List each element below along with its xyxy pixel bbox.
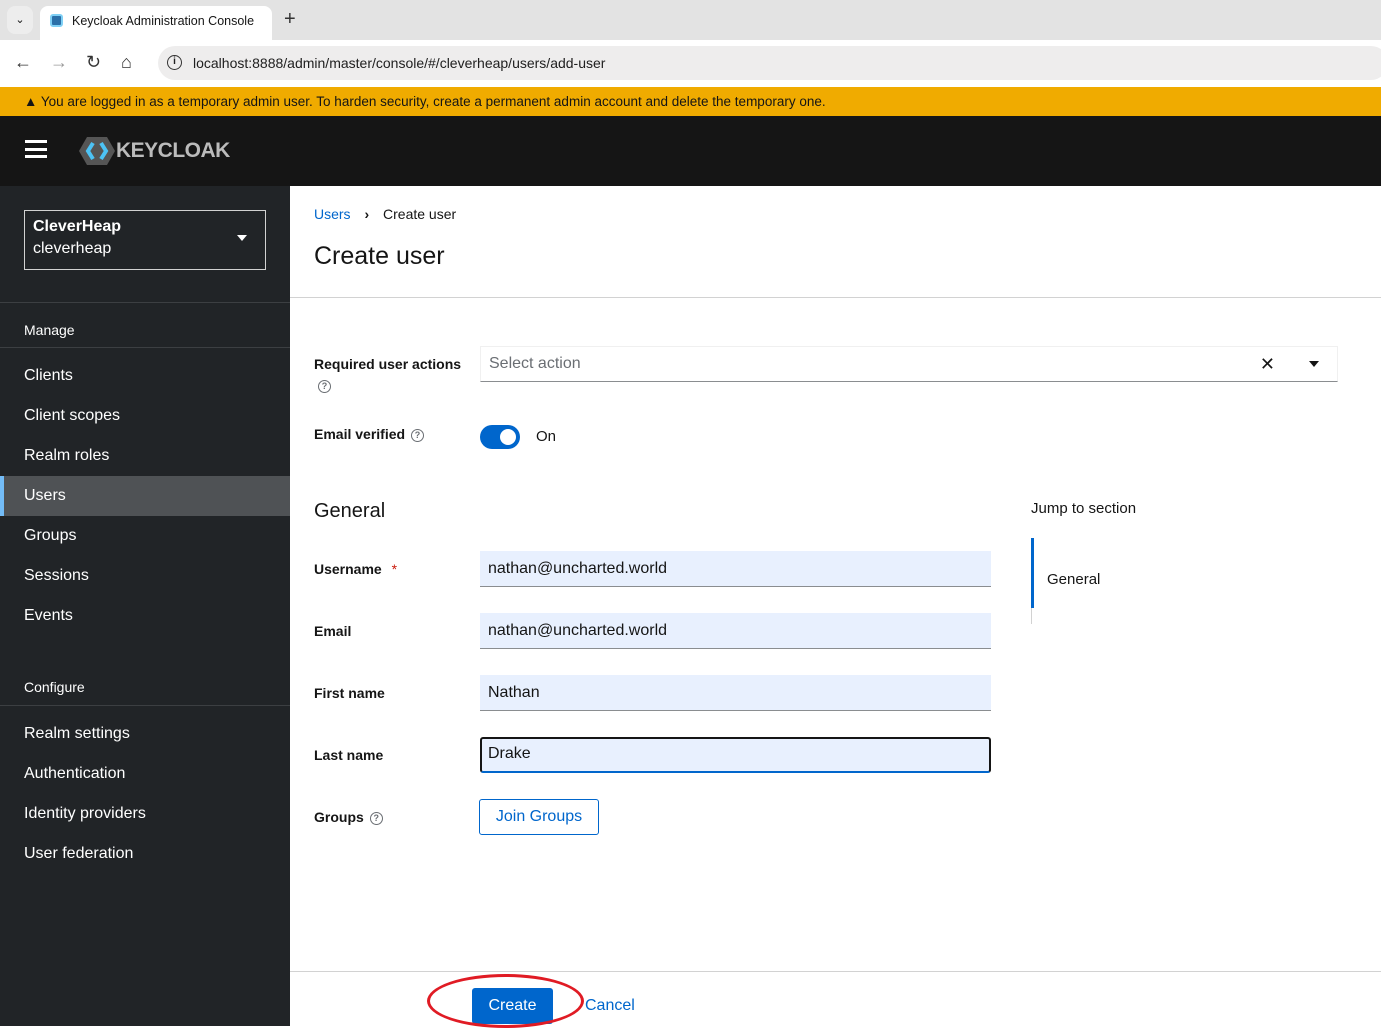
sidebar-item-realm-settings[interactable]: Realm settings (0, 714, 290, 754)
label-text: Username (314, 561, 382, 577)
site-info-icon[interactable]: i (167, 55, 182, 70)
jump-link-general[interactable]: General (1031, 538, 1100, 608)
caret-down-icon[interactable] (1309, 361, 1319, 367)
caret-down-icon (237, 235, 247, 241)
nav-section-configure: Configure (0, 660, 290, 706)
tab-title: Keycloak Administration Console (72, 14, 255, 28)
help-icon[interactable]: ? (318, 380, 331, 393)
red-highlight-annotation (427, 974, 584, 1028)
required-mark: * (391, 561, 398, 577)
warning-icon: ▲ (24, 94, 41, 109)
address-bar[interactable]: i localhost:8888/admin/master/console/#/… (158, 46, 1381, 80)
email-label: Email (314, 623, 352, 639)
realm-selector[interactable]: CleverHeap cleverheap (24, 210, 266, 270)
cancel-button[interactable]: Cancel (585, 997, 635, 1015)
keycloak-favicon-icon (50, 14, 63, 27)
sidebar: CleverHeap cleverheap Manage Clients Cli… (0, 186, 290, 1026)
browser-toolbar: ← → ↻ ⌂ i localhost:8888/admin/master/co… (0, 40, 1381, 86)
required-actions-label: Required user actions? (314, 356, 461, 393)
new-tab-button[interactable]: + (284, 8, 296, 31)
username-label: Username * (314, 561, 397, 577)
label-text: Email verified (314, 426, 406, 442)
tab-list-dropdown[interactable]: ⌄ (7, 6, 33, 34)
groups-label: Groups? (314, 809, 383, 825)
reload-icon[interactable]: ↻ (86, 52, 101, 73)
sidebar-item-client-scopes[interactable]: Client scopes (0, 396, 290, 436)
keycloak-logo-icon (79, 137, 115, 165)
logo-text: KEYCLOAK (116, 139, 230, 162)
last-name-label: Last name (314, 747, 384, 763)
back-icon[interactable]: ← (14, 52, 32, 73)
masthead: KEYCLOAK (0, 116, 1381, 186)
divider (290, 297, 1381, 298)
sidebar-item-events[interactable]: Events (0, 596, 290, 636)
breadcrumb-current: Create user (383, 206, 457, 222)
home-icon[interactable]: ⌂ (121, 52, 132, 73)
realm-name: CleverHeap (33, 218, 122, 235)
section-title-general: General (314, 500, 386, 522)
breadcrumb: Users › Create user (314, 206, 456, 222)
username-input[interactable]: nathan@uncharted.world (480, 551, 991, 587)
clear-icon[interactable]: ✕ (1260, 347, 1275, 381)
toggle-state: On (536, 428, 557, 445)
jump-to-section-title: Jump to section (1031, 500, 1137, 517)
temporary-admin-banner: ▲ You are logged in as a temporary admin… (0, 87, 1381, 116)
sidebar-item-groups[interactable]: Groups (0, 516, 290, 556)
forward-icon[interactable]: → (50, 52, 68, 73)
browser-tab-bar: ⌄ Keycloak Administration Console ✕ + (0, 0, 1381, 40)
first-name-input[interactable]: Nathan (480, 675, 991, 711)
select-placeholder: Select action (489, 355, 581, 372)
page-title: Create user (314, 242, 445, 270)
label-text: Groups (314, 809, 364, 825)
keycloak-logo[interactable]: KEYCLOAK (78, 136, 230, 166)
sidebar-item-user-federation[interactable]: User federation (0, 834, 290, 874)
realm-id: cleverheap (33, 240, 112, 257)
join-groups-button[interactable]: Join Groups (479, 799, 599, 835)
banner-text: You are logged in as a temporary admin u… (40, 94, 826, 109)
nav-section-manage: Manage (0, 302, 290, 348)
browser-tab[interactable]: Keycloak Administration Console ✕ (40, 6, 272, 40)
sidebar-item-authentication[interactable]: Authentication (0, 754, 290, 794)
sidebar-item-sessions[interactable]: Sessions (0, 556, 290, 596)
help-icon[interactable]: ? (369, 811, 383, 825)
email-verified-label: Email verified? (314, 426, 425, 442)
email-verified-toggle[interactable] (480, 425, 520, 449)
first-name-label: First name (314, 685, 385, 701)
sidebar-item-realm-roles[interactable]: Realm roles (0, 436, 290, 476)
last-name-input[interactable]: Drake (480, 737, 991, 773)
label-text: Required user actions (314, 356, 462, 372)
url-text: localhost:8888/admin/master/console/#/cl… (193, 55, 606, 71)
sidebar-item-identity-providers[interactable]: Identity providers (0, 794, 290, 834)
help-icon[interactable]: ? (411, 428, 425, 442)
divider (290, 971, 1381, 972)
sidebar-item-clients[interactable]: Clients (0, 356, 290, 396)
sidebar-item-users[interactable]: Users (0, 476, 290, 516)
email-input[interactable]: nathan@uncharted.world (480, 613, 991, 649)
breadcrumb-users-link[interactable]: Users (314, 206, 351, 222)
chevron-right-icon: › (364, 206, 370, 222)
hamburger-menu-icon[interactable] (25, 140, 47, 158)
main-content: Users › Create user Create user Required… (290, 186, 1381, 1028)
required-actions-select[interactable]: Select action ✕ (480, 346, 1338, 382)
